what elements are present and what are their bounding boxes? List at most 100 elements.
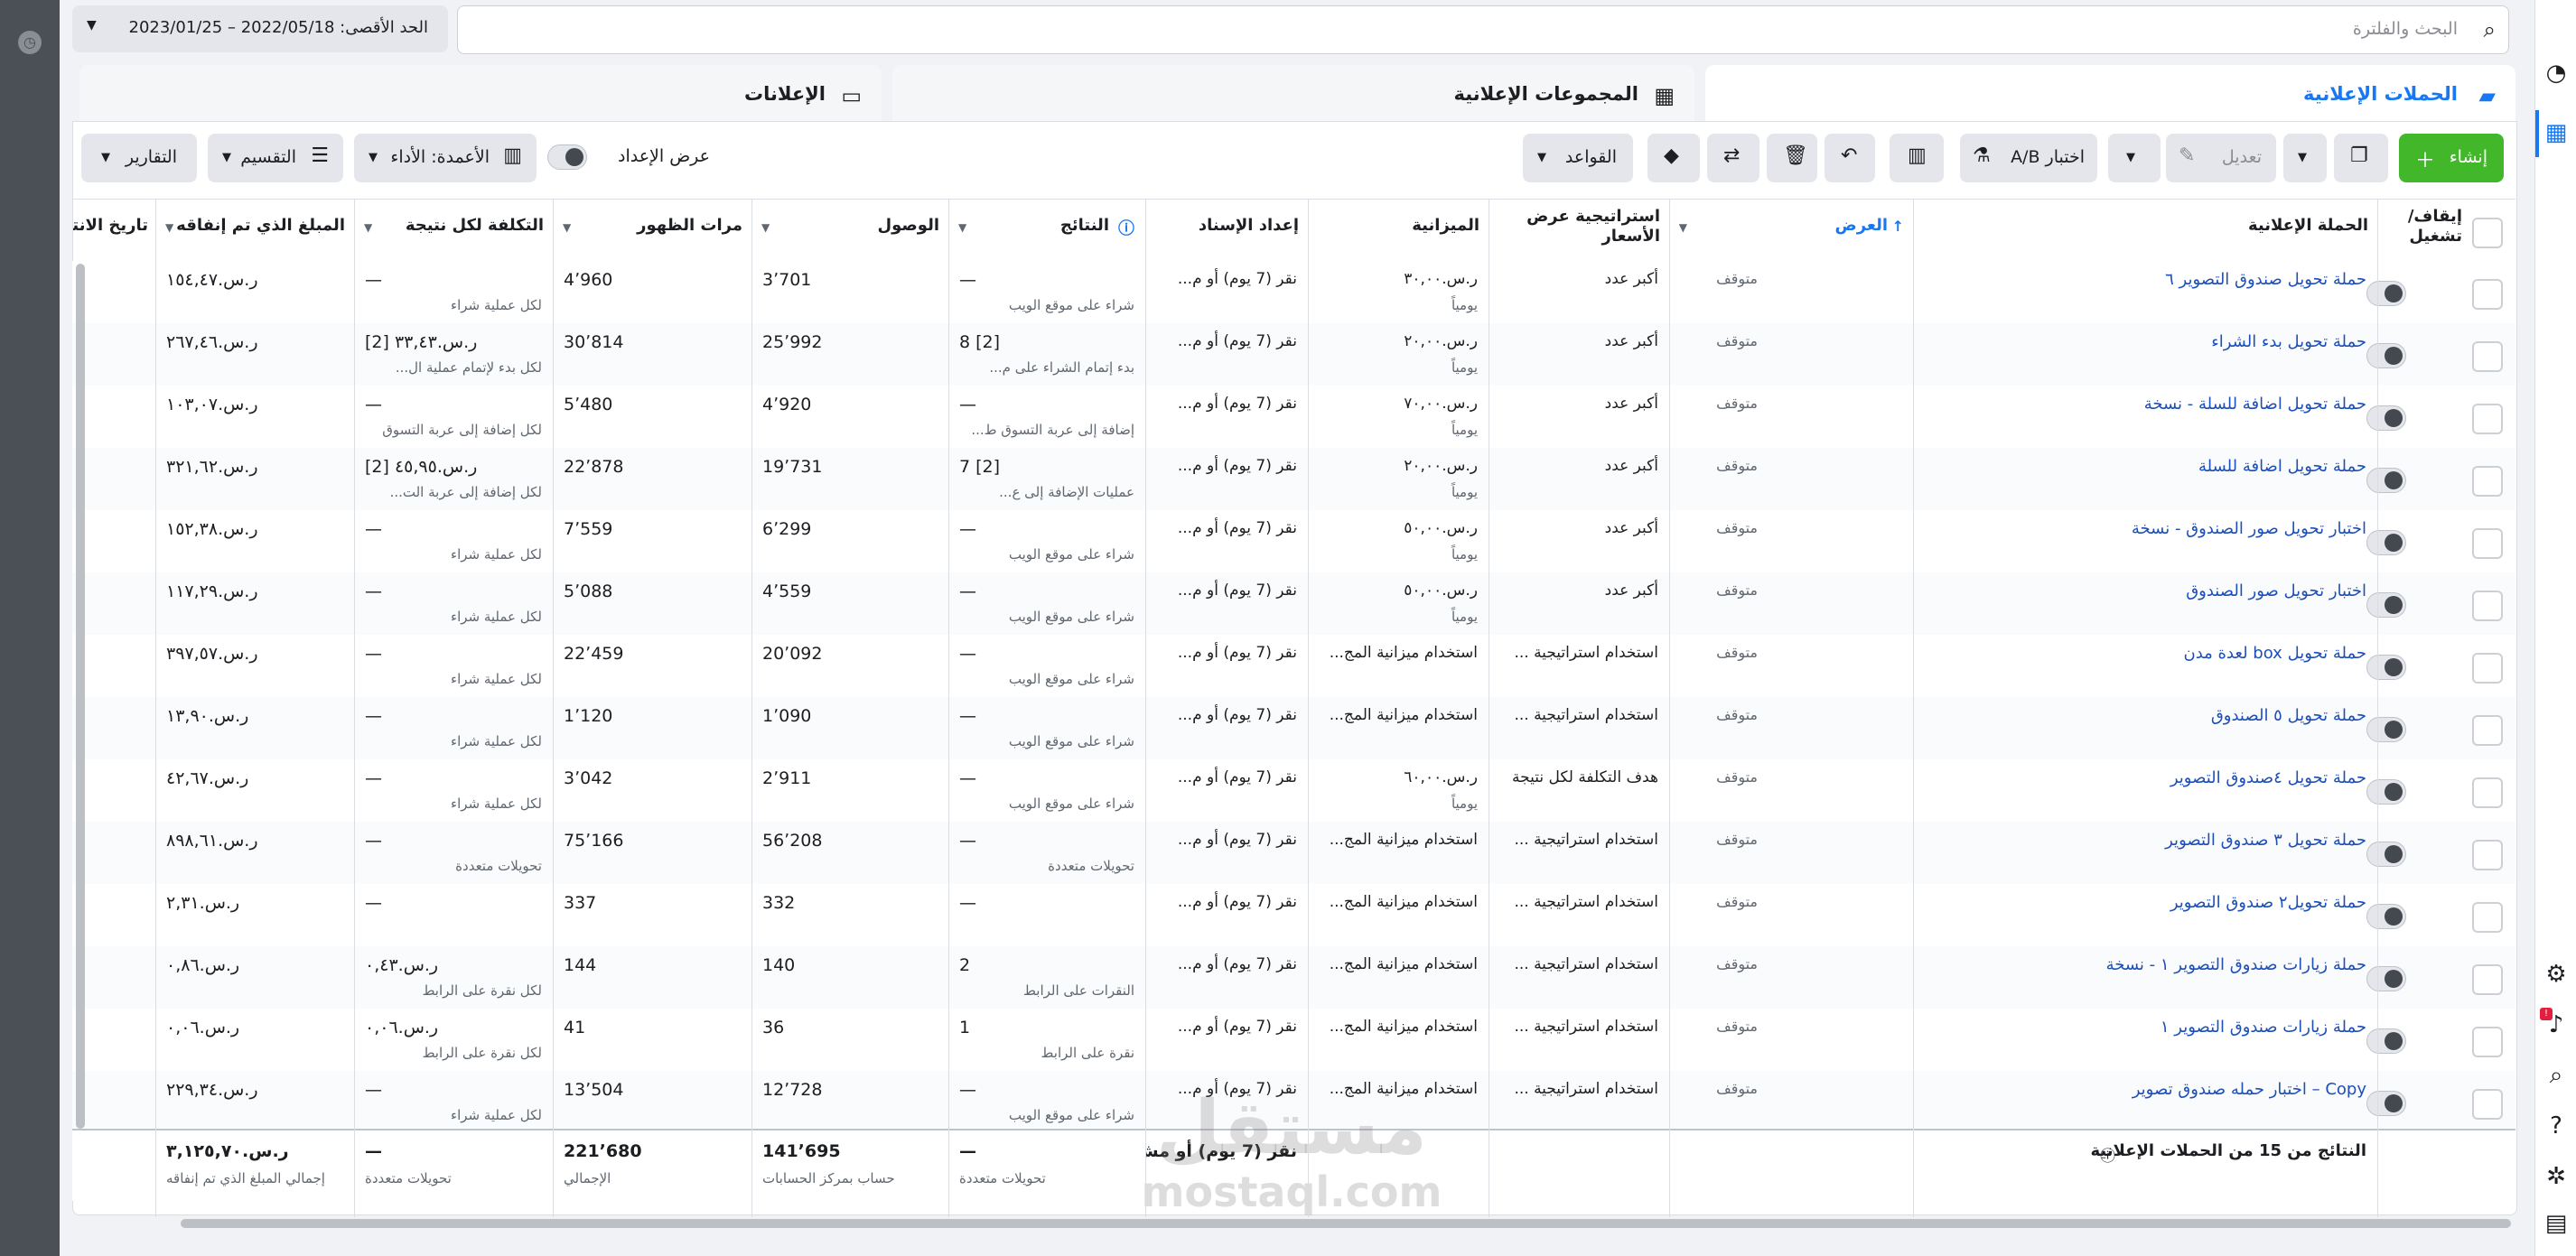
row-checkbox[interactable] xyxy=(2472,404,2503,434)
tab-ad-sets[interactable]: ▦ المجموعات الإعلانية xyxy=(892,65,1694,128)
table-row[interactable]: حملة تحويل صندوق التصوير ٦ متوقف أكبر عدد ر… xyxy=(72,261,2515,324)
tag-button[interactable]: ◆ xyxy=(1647,134,1700,182)
row-checkbox[interactable] xyxy=(2472,715,2503,746)
campaign-name-link[interactable]: حملة تحويل اضافة للسلة xyxy=(2198,457,2366,476)
columns-button[interactable]: ▼ الأعمدة: الأداء ▥ xyxy=(354,134,537,182)
col-bid-strategy[interactable]: استراتيجية عرض الأسعار xyxy=(1489,200,1669,261)
breakdown-button[interactable]: ▼ التقسيم ☰ xyxy=(208,134,343,182)
table-row[interactable]: حملة تحويل بدء الشراء متوقف أكبر عدد ر.س.٢٠… xyxy=(72,323,2515,386)
campaign-name-link[interactable]: حملة زيارات صندوق التصوير ١ - نسخة xyxy=(2106,955,2366,974)
col-budget[interactable]: الميزانية xyxy=(1308,200,1489,261)
col-end-date[interactable]: تاريخ الانته xyxy=(72,200,155,261)
row-checkbox[interactable] xyxy=(2472,591,2503,621)
publish-button[interactable]: ⇄ xyxy=(1707,134,1759,182)
reports-button[interactable]: ▼ التقارير xyxy=(81,134,197,182)
dashboard-icon[interactable]: ◔ xyxy=(2543,60,2570,87)
setup-toggle[interactable] xyxy=(547,144,587,170)
rules-button[interactable]: ▼ القواعد xyxy=(1523,134,1633,182)
duplicate-menu-button[interactable]: ▼ xyxy=(2283,134,2327,182)
search-input[interactable]: البحث والفلترة ⌕ xyxy=(457,5,2509,54)
col-cost-per-result[interactable]: التكلفة لكل نتيجة ▼ xyxy=(354,200,553,261)
campaign-name-link[interactable]: حملة تحويل بدء الشراء xyxy=(2211,332,2366,351)
table-row[interactable]: حملة زيارات صندوق التصوير ١ متوقف استخدام … xyxy=(72,1009,2515,1072)
reach-cell: 19٬731 xyxy=(762,457,823,477)
cost-cell: ر.س.٤٥,٩٥ [2] لكل إضافة إلى عربة الت... xyxy=(365,457,542,500)
footer-reach: 141٬695 حساب بمركز الحسابات xyxy=(762,1141,895,1186)
campaign-name-link[interactable]: اختبار تحويل صور الصندوق - نسخة xyxy=(2132,519,2366,538)
row-checkbox[interactable] xyxy=(2472,279,2503,310)
edit-menu-button[interactable]: ▼ xyxy=(2108,134,2161,182)
campaign-name-link[interactable]: Copy – اختبار حمله صندوق تصوير xyxy=(2133,1080,2366,1099)
table-row[interactable]: حملة تحويل اضافة للسلة متوقف أكبر عدد ر.س.٢… xyxy=(72,448,2515,511)
col-attribution[interactable]: إعداد الإسناد xyxy=(1145,200,1308,261)
report-icon[interactable]: ▤ xyxy=(2543,1210,2570,1237)
bug-icon[interactable]: ✲ xyxy=(2543,1163,2570,1190)
date-range-button[interactable]: الحد الأقصى: 2022/05/18 – 2023/01/25 ▼ xyxy=(72,5,448,52)
table-row[interactable]: حملة تحويل ٣ صندوق التصوير متوقف استخدام ا… xyxy=(72,822,2515,885)
create-button[interactable]: ＋ إنشاء xyxy=(2399,134,2504,182)
col-impressions[interactable]: مرات الظهور ▼ xyxy=(553,200,751,261)
campaign-name-link[interactable]: حملة تحويل box لعدة مدن xyxy=(2183,644,2366,663)
chevron-down-icon: ▼ xyxy=(101,151,110,164)
row-checkbox[interactable] xyxy=(2472,964,2503,995)
col-delivery[interactable]: العرض ↑ ▼ xyxy=(1669,200,1913,261)
table-row[interactable]: حملة زيارات صندوق التصوير ١ - نسخة متوقف ا… xyxy=(72,946,2515,1009)
col-reach[interactable]: الوصول ▼ xyxy=(751,200,948,261)
table-row[interactable]: حملة تحويل اضافة للسلة - نسخة متوقف أكبر ع… xyxy=(72,386,2515,449)
table-row[interactable]: حملة تحويل ٤صندوق التصوير متوقف هدف التكلف… xyxy=(72,759,2515,823)
table-row[interactable]: حملة تحويل box لعدة مدن متوقف استخدام استر… xyxy=(72,635,2515,698)
tab-ads[interactable]: ▭ الإعلانات xyxy=(79,65,882,128)
spent-cell: ر.س.١٠٣,٠٧ xyxy=(166,395,258,414)
edit-button[interactable]: ✎ تعديل xyxy=(2166,134,2276,182)
tab-campaigns[interactable]: ▰ الحملات الإعلانية xyxy=(1705,65,2515,128)
ab-test-button[interactable]: ⚗ اختبار A/B xyxy=(1960,134,2097,182)
campaign-name-link[interactable]: حملة تحويل ٤صندوق التصوير xyxy=(2170,768,2366,787)
row-checkbox[interactable] xyxy=(2472,653,2503,684)
delete-button[interactable]: 🗑 xyxy=(1767,134,1817,182)
vertical-scrollbar[interactable] xyxy=(76,264,85,1129)
results-cell: — تحويلات متعددة xyxy=(959,831,1134,874)
campaign-name-link[interactable]: اختبار تحويل صور الصندوق xyxy=(2186,581,2366,600)
clipboard-button[interactable]: ▥ xyxy=(1890,134,1944,182)
row-checkbox[interactable] xyxy=(2472,341,2503,372)
campaign-name-link[interactable]: حملة تحويل اضافة للسلة - نسخة xyxy=(2144,395,2366,414)
col-amount-spent[interactable]: المبلغ الذي تم إنفاقه ▼ xyxy=(155,200,354,261)
info-icon[interactable]: ⓘ xyxy=(1118,216,1134,239)
horizontal-scrollbar[interactable] xyxy=(181,1219,2511,1228)
campaign-name-link[interactable]: حملة تحويل صندوق التصوير ٦ xyxy=(2165,270,2366,289)
row-checkbox[interactable] xyxy=(2472,840,2503,870)
campaign-name-link[interactable]: حملة زيارات صندوق التصوير ١ xyxy=(2161,1018,2366,1037)
reports-label: التقارير xyxy=(125,147,177,167)
table-icon[interactable]: ▦ xyxy=(2543,119,2570,146)
budget-cell: استخدام ميزانية المج... xyxy=(1329,1018,1478,1036)
impressions-cell: 75٬166 xyxy=(564,831,624,851)
row-checkbox[interactable] xyxy=(2472,1027,2503,1057)
campaign-name-link[interactable]: حملة تحويل ٥ الصندوق xyxy=(2211,706,2366,725)
col-toggle[interactable]: إيقاف/ تشغيل xyxy=(2377,200,2471,261)
undo-button[interactable]: ↶ xyxy=(1825,134,1875,182)
row-checkbox[interactable] xyxy=(2472,466,2503,497)
help-icon[interactable]: ? xyxy=(2543,1112,2570,1140)
table-row[interactable]: حملة تحويل ٥ الصندوق متوقف استخدام استراتي… xyxy=(72,697,2515,760)
row-checkbox[interactable] xyxy=(2472,1089,2503,1120)
clock-icon[interactable]: ◷ xyxy=(18,31,42,54)
table-row[interactable]: اختبار تحويل صور الصندوق متوقف أكبر عدد ر.س… xyxy=(72,572,2515,636)
duplicate-button[interactable]: ❐ xyxy=(2334,134,2388,182)
col-campaign[interactable]: الحملة الإعلانية xyxy=(1913,200,2377,261)
search-icon[interactable]: ⌕ xyxy=(2543,1062,2570,1089)
rules-label: القواعد xyxy=(1564,147,1617,167)
row-checkbox[interactable] xyxy=(2472,777,2503,808)
campaign-name-link[interactable]: حملة تحويل ٣ صندوق التصوير xyxy=(2165,831,2366,850)
row-checkbox[interactable] xyxy=(2472,528,2503,559)
settings-icon[interactable]: ⚙ xyxy=(2543,961,2570,988)
select-all-checkbox[interactable] xyxy=(2472,218,2503,248)
footer-results: — تحويلات متعددة xyxy=(959,1141,1046,1186)
info-icon[interactable]: ⓘ xyxy=(2100,1143,2115,1166)
bid-strategy-cell: استخدام استراتيجية ... xyxy=(1514,1018,1658,1036)
table-row[interactable]: اختبار تحويل صور الصندوق - نسخة متوقف أكبر… xyxy=(72,510,2515,573)
table-row[interactable]: حملة تحويل٢ صندوق التصوير متوقف استخدام اس… xyxy=(72,884,2515,947)
row-checkbox[interactable] xyxy=(2472,902,2503,933)
col-results[interactable]: النتائج ⓘ ▼ xyxy=(948,200,1145,261)
reach-cell: 4٬920 xyxy=(762,395,812,414)
campaign-name-link[interactable]: حملة تحويل٢ صندوق التصوير xyxy=(2170,893,2366,912)
